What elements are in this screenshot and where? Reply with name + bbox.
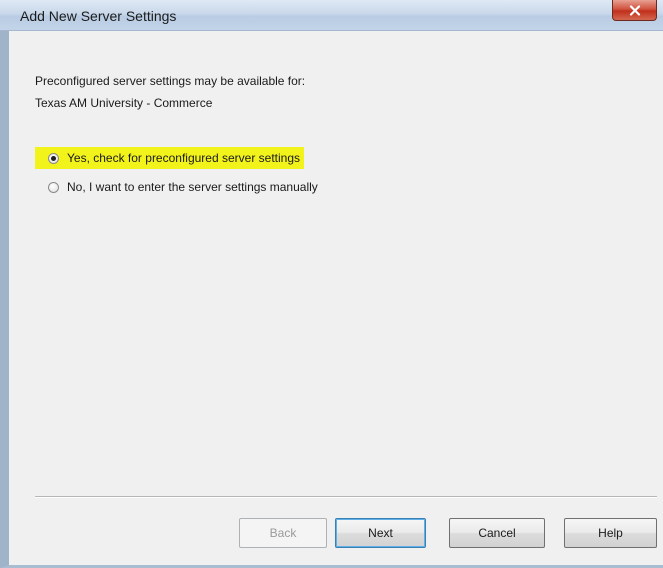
next-button[interactable]: Next	[335, 518, 426, 548]
intro-text: Preconfigured server settings may be ava…	[35, 74, 306, 88]
radio-option-yes[interactable]: Yes, check for preconfigured server sett…	[35, 147, 305, 169]
dialog-window: Add New Server Settings Preconfigured se…	[0, 0, 663, 568]
radio-button-selected[interactable]	[48, 152, 59, 164]
dialog-content: Preconfigured server settings may be ava…	[9, 31, 663, 565]
radio-label-no[interactable]: No, I want to enter the server settings …	[67, 180, 318, 194]
back-button[interactable]: Back	[239, 518, 327, 548]
radio-label-yes[interactable]: Yes, check for preconfigured server sett…	[67, 151, 300, 165]
title-bar: Add New Server Settings	[0, 0, 663, 31]
close-button[interactable]	[612, 0, 657, 21]
help-button[interactable]: Help	[564, 518, 657, 548]
organization-name: Texas AM University - Commerce	[35, 96, 213, 110]
radio-button-unselected[interactable]	[48, 181, 59, 193]
button-separator	[35, 496, 657, 498]
radio-option-no[interactable]: No, I want to enter the server settings …	[48, 178, 318, 196]
radio-dot	[51, 155, 56, 161]
cancel-button[interactable]: Cancel	[449, 518, 545, 548]
close-icon	[629, 4, 641, 16]
window-title: Add New Server Settings	[20, 8, 177, 24]
